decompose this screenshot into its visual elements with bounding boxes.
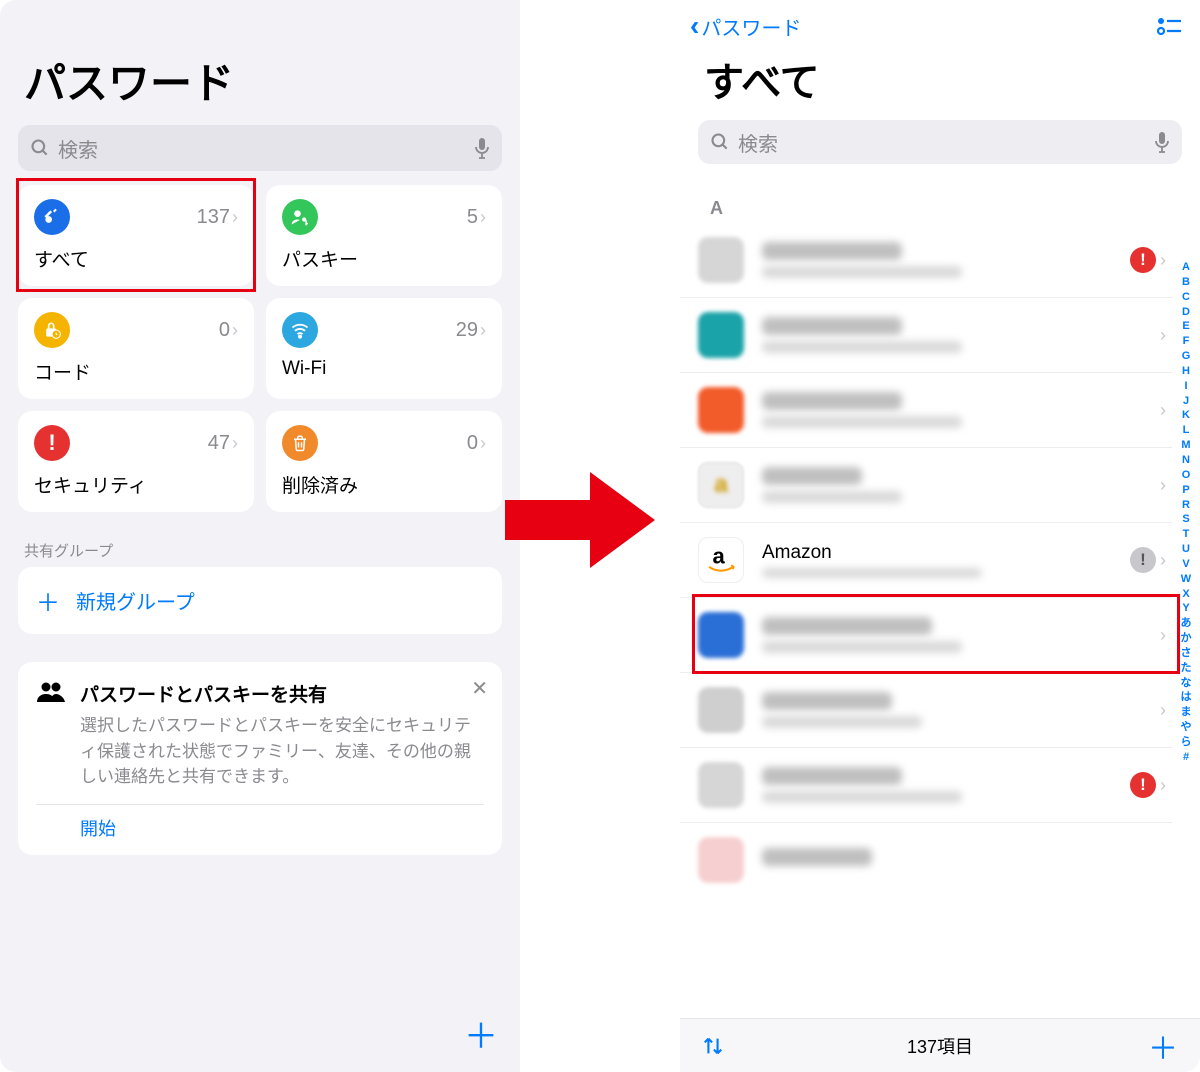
page-title: パスワード xyxy=(0,0,520,121)
tile-all-count: 137 xyxy=(197,206,230,229)
chevron-right-icon: › xyxy=(1160,325,1166,346)
item-count: 137項目 xyxy=(907,1033,973,1059)
tile-passkey-label: パスキー xyxy=(282,245,486,272)
alert-badge-icon: ! xyxy=(1130,547,1156,573)
sort-icon[interactable] xyxy=(702,1035,724,1057)
tile-wifi-count: 29 xyxy=(456,319,478,342)
chevron-right-icon: › xyxy=(480,207,486,228)
site-icon xyxy=(698,612,744,658)
list-item[interactable] xyxy=(680,823,1172,897)
tile-deleted-count: 0 xyxy=(467,432,478,455)
tile-deleted[interactable]: 0 › 削除済み xyxy=(266,411,502,512)
people-icon xyxy=(36,680,66,790)
plus-icon: ＋ xyxy=(36,583,60,618)
alert-icon: ! xyxy=(34,425,70,461)
amazon-icon: a xyxy=(698,537,744,583)
tile-all[interactable]: 137 › すべて xyxy=(18,185,254,286)
chevron-right-icon: › xyxy=(1160,250,1166,271)
chevron-right-icon: › xyxy=(1160,625,1166,646)
share-prompt-card: ✕ パスワードとパスキーを共有 選択したパスワードとパスキーを安全にセキュリティ… xyxy=(18,662,502,855)
bottom-toolbar: 137項目 ＋ xyxy=(680,1018,1200,1072)
svg-text:a: a xyxy=(713,543,726,568)
site-icon xyxy=(698,762,744,808)
share-start-button[interactable]: 開始 xyxy=(36,815,484,841)
alert-badge-icon: ! xyxy=(1130,772,1156,798)
list-item[interactable]: a › xyxy=(680,448,1172,523)
new-group-label: 新規グループ xyxy=(76,586,195,615)
divider xyxy=(36,804,484,805)
share-card-body: 選択したパスワードとパスキーを安全にセキュリティ保護された状態でファミリー、友達… xyxy=(80,713,484,790)
chevron-right-icon: › xyxy=(1160,400,1166,421)
password-list: ! › › › a › a Amazon xyxy=(680,223,1172,897)
new-group-button[interactable]: ＋ 新規グループ xyxy=(18,567,502,634)
close-icon[interactable]: ✕ xyxy=(471,676,488,701)
nav-bar: ‹ パスワード xyxy=(680,0,1200,42)
share-card-title: パスワードとパスキーを共有 xyxy=(80,680,484,707)
tile-deleted-label: 削除済み xyxy=(282,471,486,498)
tile-codes-count: 0 xyxy=(219,319,230,342)
tile-security-count: 47 xyxy=(208,432,230,455)
list-options-icon[interactable] xyxy=(1156,15,1182,37)
mic-icon[interactable] xyxy=(1154,131,1170,153)
add-button[interactable]: ＋ xyxy=(464,1009,498,1058)
site-icon xyxy=(698,237,744,283)
tile-wifi-label: Wi-Fi xyxy=(282,358,486,380)
list-item[interactable]: › xyxy=(680,298,1172,373)
mic-icon[interactable] xyxy=(474,137,490,159)
alert-badge-icon: ! xyxy=(1130,247,1156,273)
add-button[interactable]: ＋ xyxy=(1148,1024,1178,1068)
search-icon xyxy=(30,138,50,158)
site-icon xyxy=(698,837,744,883)
chevron-right-icon: › xyxy=(232,433,238,454)
chevron-right-icon: › xyxy=(1160,550,1166,571)
chevron-right-icon: › xyxy=(480,320,486,341)
tile-wifi[interactable]: 29 › Wi-Fi xyxy=(266,298,502,399)
tile-codes[interactable]: 0 › コード xyxy=(18,298,254,399)
search-field[interactable]: 検索 xyxy=(698,120,1182,164)
trash-icon xyxy=(282,425,318,461)
list-item-amazon[interactable]: a Amazon ! › xyxy=(680,523,1172,598)
chevron-right-icon: › xyxy=(1160,475,1166,496)
chevron-right-icon: › xyxy=(1160,700,1166,721)
back-chevron-icon[interactable]: ‹ xyxy=(690,10,699,42)
tile-codes-label: コード xyxy=(34,358,238,385)
chevron-right-icon: › xyxy=(1160,775,1166,796)
key-icon xyxy=(34,199,70,235)
list-item[interactable]: ! › xyxy=(680,223,1172,298)
lock-clock-icon xyxy=(34,312,70,348)
page-title: すべて xyxy=(680,42,1200,114)
search-icon xyxy=(710,132,730,152)
tile-passkey-count: 5 xyxy=(467,206,478,229)
search-placeholder: 検索 xyxy=(738,128,778,157)
chevron-right-icon: › xyxy=(232,207,238,228)
tile-security-label: セキュリティ xyxy=(34,471,238,498)
list-item[interactable]: › xyxy=(680,598,1172,673)
tile-all-label: すべて xyxy=(34,245,238,272)
back-label[interactable]: パスワード xyxy=(701,12,801,41)
person-key-icon xyxy=(282,199,318,235)
search-placeholder: 検索 xyxy=(58,134,98,163)
list-item[interactable]: › xyxy=(680,673,1172,748)
list-item[interactable]: › xyxy=(680,373,1172,448)
alpha-index[interactable]: ABCDEFGHIJKLMNOPRSTUVWXYあかさたなはまやら# xyxy=(1176,260,1196,765)
tile-security[interactable]: ! 47 › セキュリティ xyxy=(18,411,254,512)
site-icon xyxy=(698,387,744,433)
site-icon xyxy=(698,312,744,358)
site-icon: a xyxy=(698,462,744,508)
chevron-right-icon: › xyxy=(480,433,486,454)
category-grid: 137 › すべて 5 › パスキー 0 › xyxy=(0,185,520,512)
section-header-a: A xyxy=(680,174,1200,223)
chevron-right-icon: › xyxy=(232,320,238,341)
search-field[interactable]: 検索 xyxy=(18,125,502,171)
shared-group-header: 共有グループ xyxy=(0,512,520,567)
list-item-title: Amazon xyxy=(762,542,1130,564)
wifi-icon xyxy=(282,312,318,348)
all-passwords-pane: ‹ パスワード すべて 検索 A ! › › xyxy=(680,0,1200,1072)
tile-passkey[interactable]: 5 › パスキー xyxy=(266,185,502,286)
list-item[interactable]: ! › xyxy=(680,748,1172,823)
site-icon xyxy=(698,687,744,733)
transition-arrow xyxy=(495,460,665,580)
passwords-home-pane: パスワード 検索 137 › すべて xyxy=(0,0,520,1072)
